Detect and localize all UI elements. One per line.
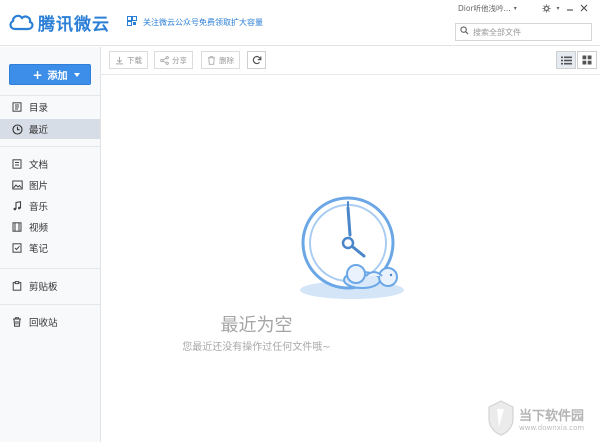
sidebar-item-trash[interactable]: 回收站 <box>0 312 100 332</box>
sidebar-item-directory[interactable]: 目录 <box>0 97 100 117</box>
sidebar-item-clipboard[interactable]: 剪贴板 <box>0 276 100 296</box>
empty-state-subtitle: 您最近还没有操作过任何文件哦~ <box>182 342 331 353</box>
sidebar-item-label: 最近 <box>29 125 49 136</box>
download-label: 下载 <box>127 55 142 65</box>
watermark: 当下软件园 www.downxia.com <box>486 396 598 440</box>
grid-view-button[interactable] <box>577 51 597 69</box>
promo-text: 关注微云公众号免费领取扩大容量 <box>143 17 263 27</box>
sidebar-item-label: 文档 <box>29 160 49 171</box>
sidebar-divider <box>0 304 100 305</box>
sidebar: + 添加 目录 最近 文档 图片 音乐 视频 笔记 剪贴板 回收站 <box>0 47 101 442</box>
music-icon <box>11 200 23 212</box>
app-brand-text: 腾讯微云 <box>38 14 110 35</box>
trash-icon <box>11 316 23 328</box>
download-icon <box>115 56 124 65</box>
clipboard-icon <box>11 280 23 292</box>
delete-button[interactable]: 删除 <box>201 51 240 69</box>
delete-icon <box>207 55 216 65</box>
sidebar-item-label: 音乐 <box>29 202 49 213</box>
sidebar-item-label: 图片 <box>29 181 49 192</box>
app-logo: 腾讯微云 <box>8 9 110 35</box>
sidebar-divider <box>0 146 100 147</box>
sidebar-divider <box>0 95 100 96</box>
share-button[interactable]: 分享 <box>154 51 193 69</box>
caret-down-icon <box>74 73 80 77</box>
toolbar: 下载 分享 删除 <box>101 47 600 75</box>
download-button[interactable]: 下载 <box>109 51 148 69</box>
user-menu[interactable]: Dior听他浅吟... ▾ <box>458 3 517 14</box>
add-button-label: 添加 <box>47 71 68 82</box>
sidebar-item-videos[interactable]: 视频 <box>0 217 100 237</box>
delete-label: 删除 <box>219 55 234 65</box>
directory-icon <box>11 101 23 113</box>
grid-view-icon <box>582 55 592 65</box>
sidebar-item-label: 回收站 <box>29 318 58 329</box>
title-bar: 腾讯微云 关注微云公众号免费领取扩大容量 Dior听他浅吟... ▾ ▾ <box>0 0 600 46</box>
empty-clock-illustration <box>300 196 404 299</box>
watermark-title: 当下软件园 <box>519 408 585 424</box>
clock-icon <box>11 123 23 135</box>
list-view-icon <box>560 56 572 64</box>
cloud-logo-icon <box>9 14 34 31</box>
document-icon <box>11 158 23 170</box>
add-button[interactable]: + 添加 <box>9 64 91 85</box>
sidebar-item-images[interactable]: 图片 <box>0 175 100 195</box>
sidebar-item-label: 笔记 <box>29 244 49 255</box>
plus-icon: + <box>32 67 43 82</box>
promo-link[interactable]: 关注微云公众号免费领取扩大容量 <box>127 16 263 28</box>
share-label: 分享 <box>172 55 187 65</box>
watermark-logo-icon <box>488 400 514 436</box>
chevron-down-icon: ▾ <box>513 5 517 12</box>
search-box[interactable] <box>455 23 592 41</box>
sidebar-item-label: 视频 <box>29 223 49 234</box>
image-icon <box>11 179 23 191</box>
refresh-button[interactable] <box>247 51 266 69</box>
minimize-icon[interactable] <box>563 2 577 14</box>
qr-code-icon <box>127 16 137 28</box>
sidebar-item-music[interactable]: 音乐 <box>0 196 100 216</box>
video-icon <box>11 221 23 233</box>
sidebar-item-label: 目录 <box>29 103 49 114</box>
note-icon <box>11 242 23 254</box>
sidebar-item-recent[interactable]: 最近 <box>0 119 100 139</box>
search-icon <box>460 26 469 38</box>
share-icon <box>160 55 169 65</box>
sidebar-item-label: 剪贴板 <box>29 282 58 293</box>
user-name: Dior听他浅吟... <box>458 4 511 13</box>
search-input[interactable] <box>473 27 583 37</box>
sidebar-divider <box>0 268 100 269</box>
sidebar-item-documents[interactable]: 文档 <box>0 154 100 174</box>
sidebar-item-notes[interactable]: 笔记 <box>0 238 100 258</box>
close-icon[interactable] <box>577 2 591 14</box>
empty-state-title: 最近为空 <box>220 315 293 336</box>
refresh-icon <box>252 55 261 65</box>
watermark-url: www.downxia.com <box>519 423 585 432</box>
list-view-button[interactable] <box>556 51 576 69</box>
